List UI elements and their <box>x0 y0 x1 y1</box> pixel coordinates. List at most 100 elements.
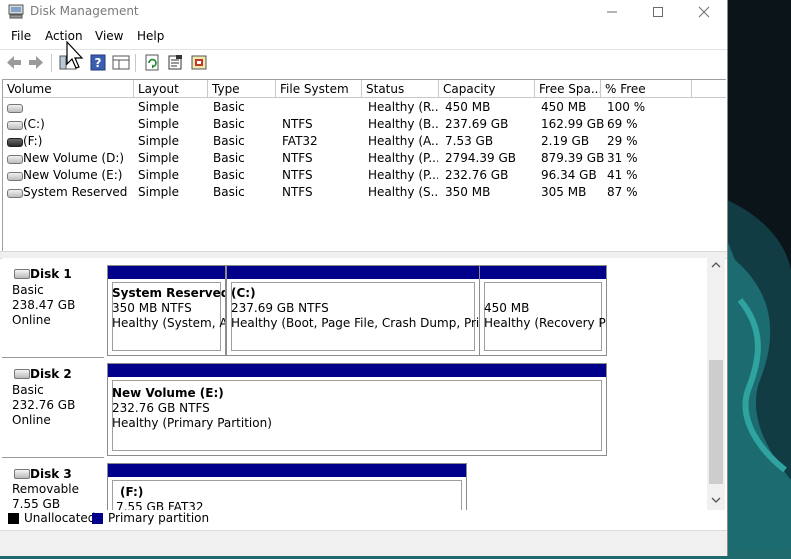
volume-capacity: 2794.39 GB <box>445 151 516 165</box>
volume-file-system: NTFS <box>282 151 313 165</box>
scroll-up-icon[interactable] <box>711 261 721 269</box>
volume-layout: Simple <box>138 117 179 131</box>
refresh-icon[interactable] <box>143 54 161 71</box>
partition-title: (F:) <box>120 485 144 499</box>
disk-settings-icon[interactable] <box>190 54 208 71</box>
volume-capacity: 350 MB <box>445 185 491 199</box>
table-row[interactable]: New Volume (D:) Simple Basic NTFS Health… <box>3 150 703 167</box>
window-title: Disk Management <box>30 4 139 18</box>
volume-percent-free: 41 % <box>607 168 638 182</box>
table-row[interactable]: (C:) Simple Basic NTFS Healthy (B... 237… <box>3 116 703 133</box>
volume-layout: Simple <box>138 168 179 182</box>
partition-system-reserved[interactable]: System Reserved 350 MB NTFS Healthy (Sys… <box>107 265 226 356</box>
disk-name: Disk 1 <box>30 267 72 281</box>
primary-partition-bar <box>108 364 606 377</box>
volume-icon <box>7 172 23 181</box>
volume-name: New Volume (D:) <box>23 151 125 165</box>
disk-info-disk-2[interactable]: Disk 2 Basic 232.76 GB Online <box>2 358 104 458</box>
disk-size: 232.76 GB <box>12 398 76 412</box>
legend-label-primary: Primary partition <box>108 511 210 525</box>
disk-management-app-icon <box>8 4 24 19</box>
disk-management-window: Disk Management File Action View Help ? … <box>0 0 728 556</box>
partition-size: 237.69 GB NTFS <box>231 301 329 315</box>
toolbar-separator <box>135 54 136 72</box>
volume-capacity: 237.69 GB <box>445 117 509 131</box>
volume-file-system: FAT32 <box>282 134 318 148</box>
volume-type: Basic <box>213 134 245 148</box>
volume-file-system: NTFS <box>282 117 313 131</box>
volume-file-system: NTFS <box>282 168 313 182</box>
volume-status: Healthy (A... <box>368 134 438 148</box>
volume-icon <box>7 189 23 198</box>
minimize-icon <box>607 11 617 13</box>
legend: Unallocated Primary partition <box>0 510 727 528</box>
scrollbar-thumb[interactable] <box>709 360 723 484</box>
table-row[interactable]: Simple Basic Healthy (R... 450 MB 450 MB… <box>3 99 703 116</box>
menu-view[interactable]: View <box>95 29 123 43</box>
column-header-type[interactable]: Type <box>208 80 276 98</box>
column-header-percent-free[interactable]: % Free <box>601 80 692 98</box>
disk-name: Disk 2 <box>30 367 72 381</box>
volume-type: Basic <box>213 151 245 165</box>
volume-layout: Simple <box>138 185 179 199</box>
column-header-status[interactable]: Status <box>362 80 439 98</box>
volume-status: Healthy (S... <box>368 185 438 199</box>
menu-help[interactable]: Help <box>137 29 164 43</box>
volume-free-space: 305 MB <box>541 185 587 199</box>
legend-label-unallocated: Unallocated <box>24 511 96 525</box>
partition-new-volume-e[interactable]: New Volume (E:) 232.76 GB NTFS Healthy (… <box>107 363 607 456</box>
volume-layout: Simple <box>138 151 179 165</box>
maximize-button[interactable] <box>635 0 681 24</box>
partition-f[interactable]: (F:) 7.55 GB FAT32 <box>107 463 467 510</box>
volume-percent-free: 87 % <box>607 185 638 199</box>
column-header-layout[interactable]: Layout <box>134 80 208 98</box>
disk-row-disk-1: Disk 1 Basic 238.47 GB Online System Res… <box>2 258 707 358</box>
volume-percent-free: 69 % <box>607 117 638 131</box>
toolbar-separator <box>51 54 52 72</box>
column-header-file-system[interactable]: File System <box>276 80 362 98</box>
column-header-volume[interactable]: Volume <box>3 80 134 98</box>
disk-state: Online <box>12 413 51 427</box>
disk-type: Basic <box>12 283 44 297</box>
back-arrow-icon[interactable] <box>5 54 23 71</box>
legend-swatch-primary <box>92 513 103 524</box>
volume-free-space: 2.19 GB <box>541 134 590 148</box>
show-hide-pane-icon[interactable] <box>112 54 130 71</box>
forward-arrow-icon[interactable] <box>27 54 45 71</box>
help-icon[interactable]: ? <box>89 54 107 71</box>
volume-status: Healthy (P... <box>368 168 438 182</box>
disk-type: Basic <box>12 383 44 397</box>
close-button[interactable] <box>681 0 727 24</box>
removable-disk-icon <box>14 469 30 479</box>
volume-type: Basic <box>213 185 245 199</box>
partition-c[interactable]: (C:) 237.69 GB NTFS Healthy (Boot, Page … <box>226 265 480 356</box>
volume-icon <box>7 155 23 164</box>
volume-file-system: NTFS <box>282 185 313 199</box>
volume-status: Healthy (R... <box>368 100 438 114</box>
volume-free-space: 96.34 GB <box>541 168 597 182</box>
volume-type: Basic <box>213 100 245 114</box>
volume-free-space: 879.39 GB <box>541 151 605 165</box>
disk-row-disk-2: Disk 2 Basic 232.76 GB Online New Volume… <box>2 358 707 458</box>
partition-recovery[interactable]: 450 MB Healthy (Recovery Partition) <box>479 265 607 356</box>
scroll-down-icon[interactable] <box>711 496 721 504</box>
minimize-button[interactable] <box>589 0 635 24</box>
primary-partition-bar <box>108 464 466 477</box>
table-row[interactable]: System Reserved Simple Basic NTFS Health… <box>3 184 703 201</box>
disk-map: Disk 1 Basic 238.47 GB Online System Res… <box>2 258 707 510</box>
properties-icon[interactable] <box>166 54 184 71</box>
disk-info-disk-3[interactable]: Disk 3 Removable 7.55 GB <box>2 458 104 510</box>
volume-percent-free: 29 % <box>607 134 638 148</box>
partition-title: New Volume (E:) <box>112 386 224 400</box>
table-row[interactable]: (F:) Simple Basic FAT32 Healthy (A... 7.… <box>3 133 703 150</box>
column-header-free-space[interactable]: Free Spa... <box>535 80 601 98</box>
column-header-capacity[interactable]: Capacity <box>439 80 535 98</box>
disk-map-scrollbar[interactable] <box>707 258 725 510</box>
partition-size: 232.76 GB NTFS <box>112 401 210 415</box>
volume-free-space: 450 MB <box>541 100 587 114</box>
disk-info-disk-1[interactable]: Disk 1 Basic 238.47 GB Online <box>2 258 104 358</box>
disk-row-disk-3: Disk 3 Removable 7.55 GB (F:) 7.55 GB FA… <box>2 458 707 510</box>
menu-file[interactable]: File <box>11 29 31 43</box>
partition-title: System Reserved <box>112 286 226 300</box>
table-row[interactable]: New Volume (E:) Simple Basic NTFS Health… <box>3 167 703 184</box>
